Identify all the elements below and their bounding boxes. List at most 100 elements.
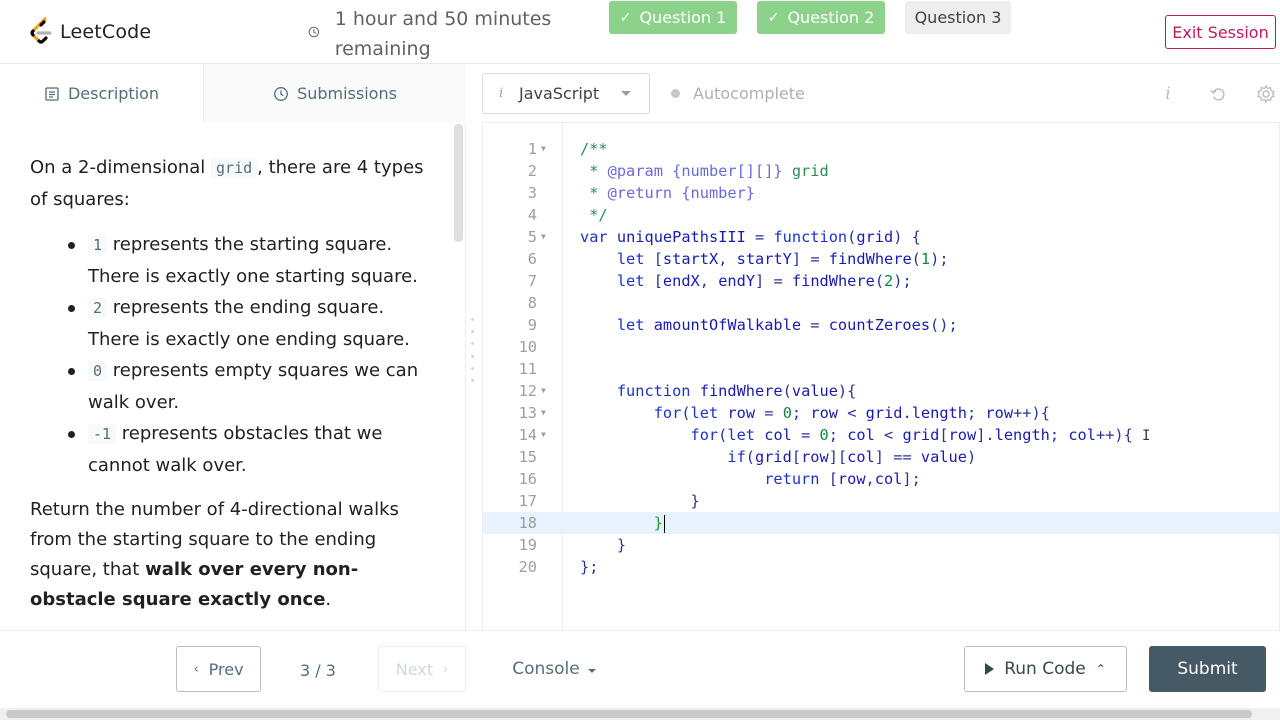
submit-button[interactable]: Submit (1149, 646, 1266, 692)
language-select[interactable]: i JavaScript (482, 73, 650, 114)
mouse-ibeam-cursor: I (1142, 428, 1151, 444)
tab-description[interactable]: Description (0, 64, 203, 123)
question-3-label: Question 3 (914, 8, 1002, 27)
list-item: 0 represents empty squares we can walk o… (30, 355, 430, 418)
list-item: 1 represents the starting square. There … (30, 229, 430, 292)
code-text: if(grid[row][col] == value) (727, 448, 977, 466)
chevron-right-icon: › (443, 661, 449, 677)
line-number: 3 (527, 184, 537, 202)
code-line[interactable]: 16 return [row,col]; (483, 468, 1280, 490)
code-line[interactable]: 8 (483, 292, 1280, 314)
code-line[interactable]: 12 ▼ function findWhere(value){ (483, 380, 1280, 402)
settings-icon[interactable] (1256, 84, 1276, 104)
code-line[interactable]: 20}; (483, 556, 1280, 578)
toggle-dot-icon (671, 89, 680, 98)
question-3-button[interactable]: Question 3 (905, 1, 1011, 34)
reset-icon[interactable] (1208, 84, 1228, 104)
line-number: 13 (518, 404, 537, 422)
inline-code: 0 (88, 361, 108, 381)
code-line[interactable]: 6 let [startX, startY] = findWhere(1); (483, 248, 1280, 270)
code-line[interactable]: 17 } (483, 490, 1280, 512)
chevron-left-icon: ‹ (193, 661, 199, 677)
code-text: for(let col = 0; col < grid[row].length;… (690, 426, 1133, 444)
fold-arrow-icon[interactable]: ▼ (541, 424, 546, 446)
code-line[interactable]: 7 let [endX, endY] = findWhere(2); (483, 270, 1280, 292)
inline-code-grid: grid (211, 158, 258, 178)
fold-arrow-icon[interactable]: ▼ (541, 138, 546, 160)
list-item-text: represents empty squares we can walk ove… (88, 360, 419, 413)
caret-down-icon (621, 91, 631, 96)
inline-code: 2 (88, 298, 108, 318)
question-2-button[interactable]: ✓ Question 2 (757, 1, 885, 34)
code-text: return [row,col]; (764, 470, 921, 488)
autocomplete-toggle[interactable]: Autocomplete (671, 84, 805, 103)
fold-arrow-icon[interactable]: ▼ (541, 402, 546, 424)
run-code-label: Run Code (1004, 659, 1086, 679)
code-line[interactable]: 9 let amountOfWalkable = countZeroes(); (483, 314, 1280, 336)
list-item-text: represents obstacles that we cannot walk… (88, 423, 383, 476)
code-line[interactable]: 18 } (483, 512, 1280, 534)
code-text: for(let row = 0; row < grid.length; row+… (653, 404, 1050, 422)
code-line[interactable]: 4 */ (483, 204, 1280, 226)
code-line[interactable]: 13 ▼ for(let row = 0; row < grid.length; … (483, 402, 1280, 424)
code-line[interactable]: 2 * @param {number[][]} grid (483, 160, 1280, 182)
session-timer: 1 hour and 50 minutes remaining (308, 4, 568, 64)
run-code-button[interactable]: Run Code ⌃ (964, 646, 1127, 692)
code-line[interactable]: 11 (483, 358, 1280, 380)
horizontal-scrollbar[interactable] (0, 708, 1280, 720)
language-label: JavaScript (519, 84, 600, 103)
code-text: let [startX, startY] = findWhere(1); (616, 250, 949, 268)
code-line[interactable]: 5 ▼ var uniquePathsIII = function(grid) { (483, 226, 1280, 248)
next-button[interactable]: Next › (378, 646, 466, 692)
code-line[interactable]: 19 } (483, 534, 1280, 556)
panel-resize-handle[interactable] (471, 318, 475, 382)
line-number: 8 (527, 294, 537, 312)
exit-session-button[interactable]: Exit Session (1165, 15, 1276, 49)
code-text: /** (580, 140, 608, 158)
left-panel-tabs: Description Submissions (0, 64, 466, 123)
play-icon (985, 663, 995, 675)
text-cursor (663, 514, 666, 533)
tab-submissions[interactable]: Submissions (203, 64, 466, 123)
line-number: 20 (518, 558, 537, 576)
code-editor[interactable]: 1 ▼/** 2 * @param {number[][]} grid 3 * @re… (482, 123, 1280, 630)
tab-submissions-label: Submissions (297, 84, 397, 103)
console-button[interactable]: Console (508, 646, 600, 692)
line-number: 1 (527, 140, 537, 158)
code-line[interactable]: 14 ▼ for(let col = 0; col < grid[row].len… (483, 424, 1280, 446)
line-number: 12 (518, 382, 537, 400)
code-text: } (580, 512, 666, 534)
code-line[interactable]: 3 * @return {number} (483, 182, 1280, 204)
line-number: 9 (527, 316, 537, 334)
line-number: 11 (518, 360, 537, 378)
code-line[interactable]: 10 (483, 336, 1280, 358)
code-text: * @param {number[][]} grid (580, 162, 829, 180)
code-lines[interactable]: 1 ▼/** 2 * @param {number[][]} grid 3 * @re… (483, 138, 1280, 578)
info-icon[interactable]: i (1158, 84, 1178, 104)
code-text: function findWhere(value){ (616, 382, 857, 400)
caret-down-icon (587, 668, 596, 673)
bottom-bar: ‹ Prev 3 / 3 Next › Console Run Code ⌃ S… (0, 630, 1280, 708)
line-number: 2 (527, 162, 537, 180)
prev-button[interactable]: ‹ Prev (176, 646, 261, 692)
description-scrollbar[interactable] (454, 124, 463, 242)
fold-arrow-icon[interactable]: ▼ (541, 380, 546, 402)
scrollbar-thumb[interactable] (6, 710, 1252, 718)
logo[interactable]: LeetCode (28, 16, 151, 48)
prev-label: Prev (208, 659, 244, 679)
inline-code: 1 (88, 235, 108, 255)
logo-text: LeetCode (60, 21, 152, 43)
chevron-up-icon: ⌃ (1095, 662, 1106, 676)
autocomplete-label: Autocomplete (693, 84, 805, 103)
line-number: 18 (518, 514, 537, 532)
line-number: 16 (518, 470, 537, 488)
question-1-label: Question 1 (639, 8, 727, 27)
question-1-button[interactable]: ✓ Question 1 (609, 1, 737, 34)
square-types-list: 1 represents the starting square. There … (30, 229, 430, 481)
console-label: Console (512, 659, 580, 679)
code-line[interactable]: 15 if(grid[row][col] == value) (483, 446, 1280, 468)
code-line[interactable]: 1 ▼ /** (483, 138, 1280, 160)
code-text: var uniquePathsIII = function(grid) { (580, 228, 921, 246)
leetcode-logo-icon (30, 17, 52, 44)
fold-arrow-icon[interactable]: ▼ (541, 226, 546, 248)
